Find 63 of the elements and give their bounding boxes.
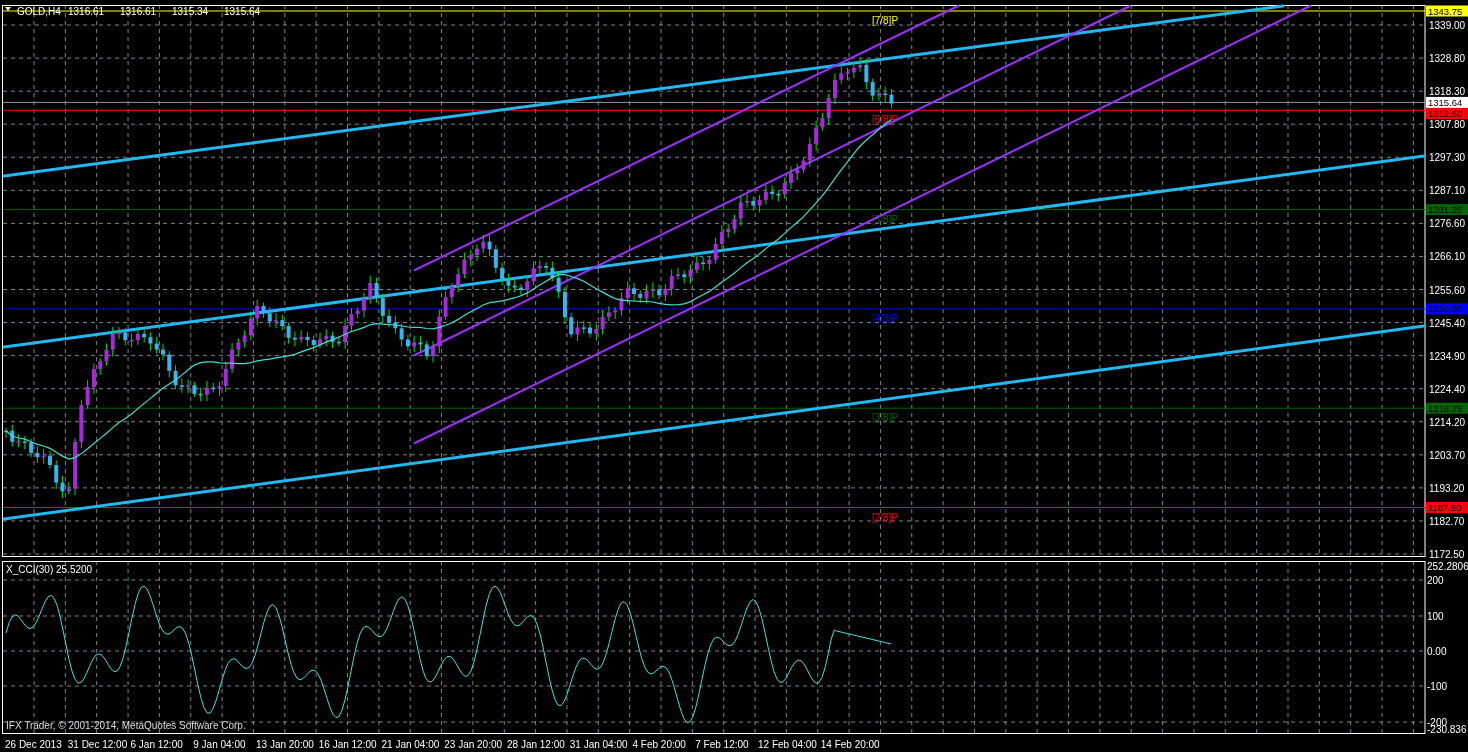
time-axis-label: 6 Jan 12:00 xyxy=(130,739,183,750)
price-axis-label: 1193.20 xyxy=(1429,482,1465,494)
time-axis-label: 16 Jan 12:00 xyxy=(318,739,377,750)
price-axis-label: 1328.80 xyxy=(1429,53,1466,65)
price-value: 1316.61 xyxy=(68,6,105,17)
indicator-axis-label: 200 xyxy=(1427,575,1444,586)
candle xyxy=(632,282,636,302)
indicator-caption: X_CCI(30) 25.5200 xyxy=(6,564,93,575)
indicator-axis-label: 100 xyxy=(1427,611,1444,622)
price-value: 1315.34 xyxy=(172,6,209,17)
level-label: [6/8]P xyxy=(871,114,899,126)
candle xyxy=(475,244,479,262)
dropdown-arrow-icon[interactable] xyxy=(5,7,11,11)
candle xyxy=(161,342,165,361)
indicator-axis-label: 0.00 xyxy=(1427,646,1447,657)
time-axis-label: 23 Jan 20:00 xyxy=(444,739,503,750)
price-axis-label: 1245.40 xyxy=(1429,317,1466,329)
price-tag-label: 1312.50 xyxy=(1428,108,1463,120)
time-axis-label: 9 Jan 04:00 xyxy=(193,739,246,750)
level-label: [7/8]P xyxy=(871,15,899,26)
price-tag-label: 1187.50 xyxy=(1428,502,1462,513)
indicator-axis-label: -100 xyxy=(1427,681,1447,692)
price-tag: 1315.64 xyxy=(1426,96,1468,108)
level-label: [2/8]P xyxy=(871,511,899,523)
price-axis-label: 1307.80 xyxy=(1429,119,1466,131)
symbol-label: GOLD,H4 xyxy=(17,6,61,17)
price-axis-label: 1224.40 xyxy=(1429,383,1466,395)
price-axis-label: 1297.30 xyxy=(1429,152,1466,164)
price-axis-label: 1266.10 xyxy=(1429,251,1466,263)
indicator-axis-label: 252.2806 xyxy=(1427,561,1468,572)
candle xyxy=(4,427,8,439)
price-axis-label: 1255.60 xyxy=(1429,284,1466,296)
price-axis-label: 1172.50 xyxy=(1429,549,1465,560)
time-axis-label: 21 Jan 04:00 xyxy=(381,739,440,750)
time-axis-label: 28 Jan 12:00 xyxy=(507,739,565,750)
time-axis-label: 31 Jan 04:00 xyxy=(569,739,628,750)
price-axis-label: 1182.70 xyxy=(1429,515,1465,527)
indicator-axis-label: -230.836 xyxy=(1427,724,1467,735)
price-tag-label: 1343.75 xyxy=(1428,5,1463,17)
price-tag-label: 1281.25 xyxy=(1428,204,1463,216)
candle xyxy=(789,165,793,190)
time-axis-label: 4 Feb 20:00 xyxy=(632,739,686,750)
time-axis-label: 31 Dec 12:00 xyxy=(67,739,128,750)
price-value: 1315.64 xyxy=(224,6,261,17)
price-tag-label: 1218.75 xyxy=(1428,402,1463,414)
copyright-text: IFX Trader, © 2001-2014, MetaQuotes Software Corp. xyxy=(6,720,246,731)
price-axis-label: 1234.90 xyxy=(1429,350,1466,362)
candle xyxy=(318,332,322,349)
level-label: [3/8]P xyxy=(871,412,899,424)
time-axis-label: 26 Dec 2013 xyxy=(5,739,62,750)
price-axis-label: 1214.20 xyxy=(1429,416,1466,428)
time-axis-label: 13 Jan 20:00 xyxy=(256,739,314,750)
price-value: 1316.61 xyxy=(120,6,157,17)
price-axis-label: 1339.00 xyxy=(1429,20,1466,31)
price-tag-label: 1250.00 xyxy=(1428,303,1463,315)
time-axis-label: 12 Feb 04:00 xyxy=(758,739,817,750)
time-axis-label: 14 Feb 20:00 xyxy=(820,739,880,750)
price-axis-label: 1276.60 xyxy=(1429,218,1466,230)
price-axis-label: 1203.70 xyxy=(1429,449,1466,461)
time-axis-label: 7 Feb 12:00 xyxy=(695,739,749,750)
price-axis-label: 1318.30 xyxy=(1429,86,1466,98)
price-axis-label: 1287.10 xyxy=(1429,185,1466,197)
level-label: [4/8]P xyxy=(871,312,899,324)
